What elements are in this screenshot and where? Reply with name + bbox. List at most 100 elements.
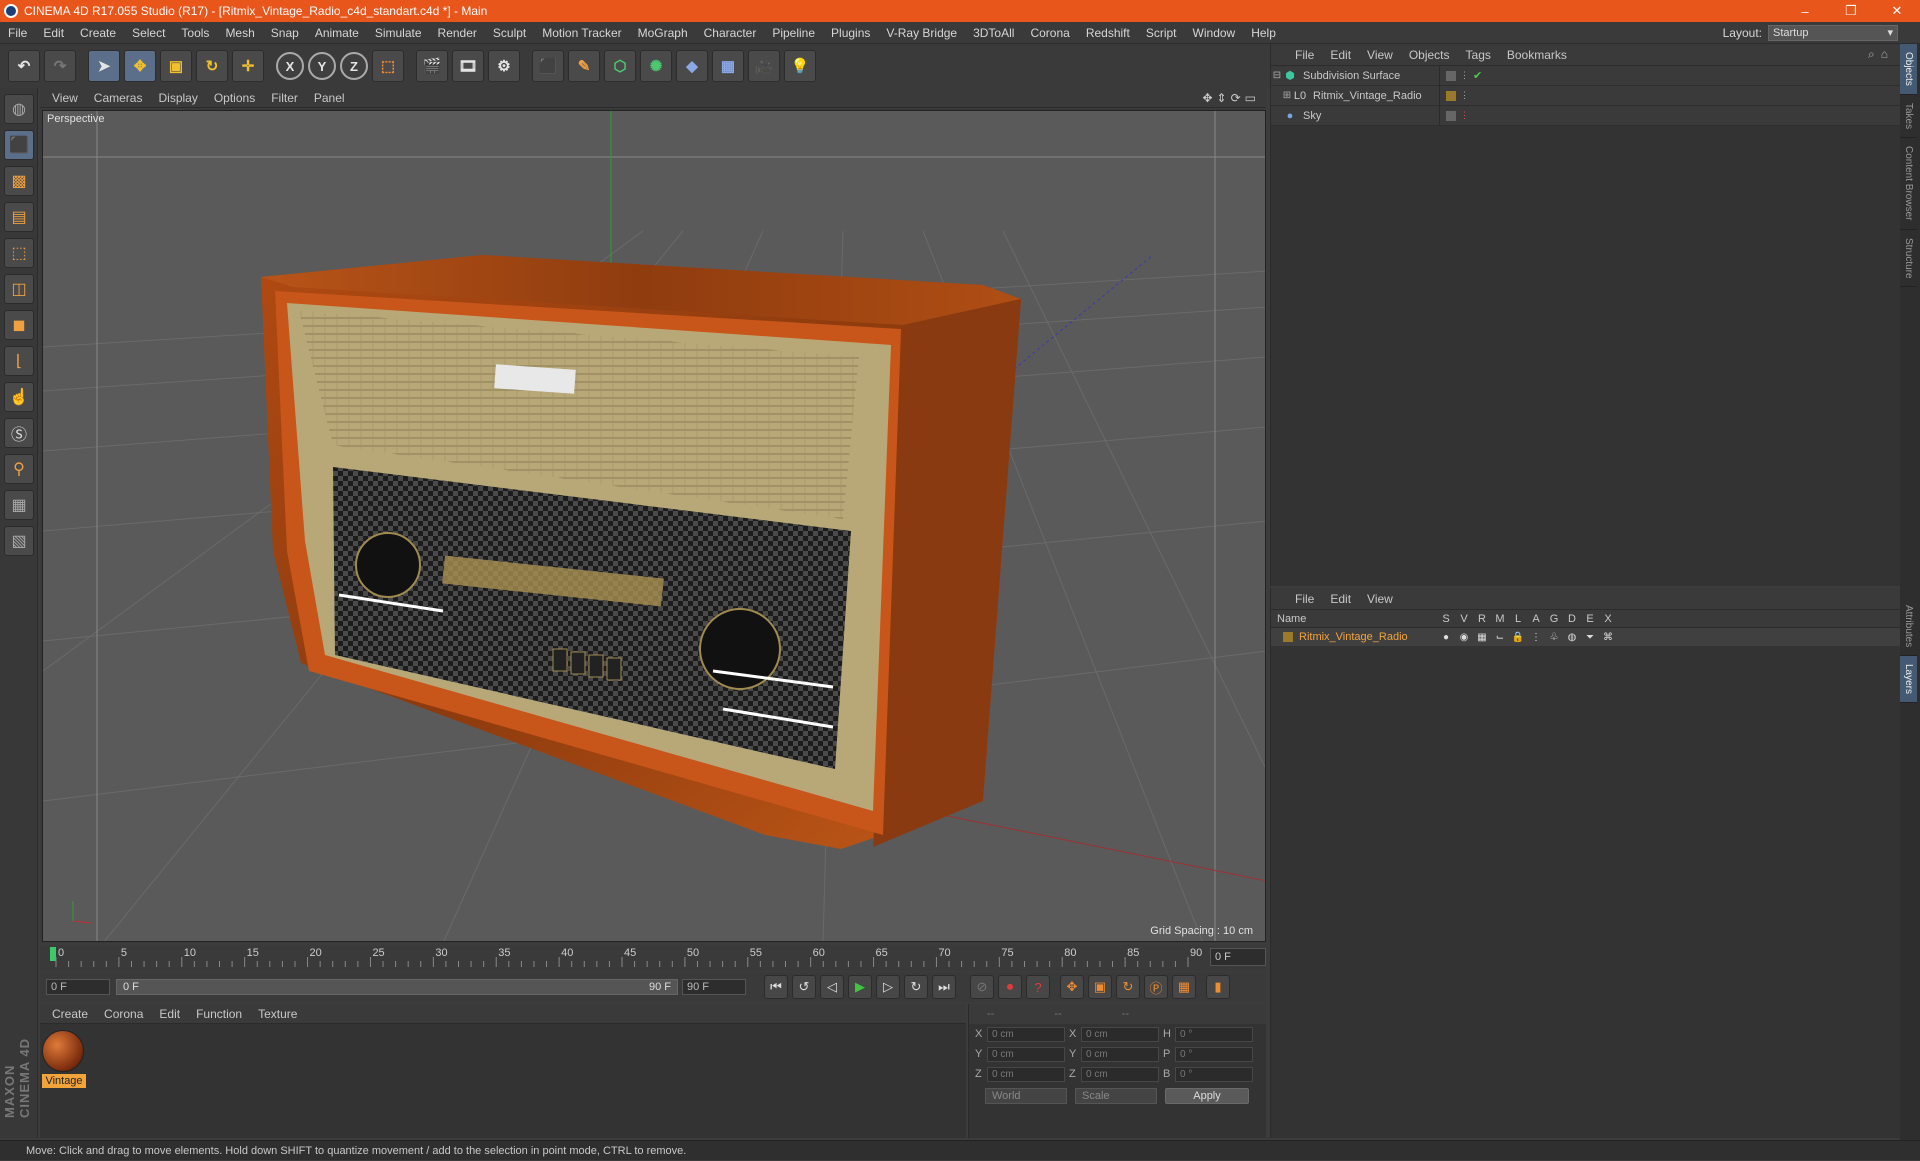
timeline-window-icon[interactable]: ▮ <box>1206 975 1230 999</box>
view-toggle-icon[interactable]: ◉ <box>1455 632 1473 643</box>
menu-mesh[interactable]: Mesh <box>217 26 262 40</box>
autokey-icon[interactable]: ? <box>1026 975 1050 999</box>
rotation-p-field[interactable]: 0 ° <box>1175 1046 1253 1062</box>
record-active-icon[interactable]: ⏺ <box>998 975 1022 999</box>
menu-edit[interactable]: Edit <box>35 26 72 40</box>
menu-create[interactable]: Create <box>72 26 124 40</box>
layer-col-solo[interactable]: S <box>1437 613 1455 625</box>
camera-icon[interactable]: 🎥 <box>748 50 780 82</box>
key-scale-icon[interactable]: ▣ <box>1088 975 1112 999</box>
solo-toggle-icon[interactable]: ● <box>1437 632 1455 643</box>
array-icon[interactable]: ✺ <box>640 50 672 82</box>
coordinate-space-dropdown[interactable]: World <box>985 1088 1067 1104</box>
goto-end-icon[interactable]: ⏭ <box>932 975 956 999</box>
size-mode-dropdown[interactable]: Scale <box>1075 1088 1157 1104</box>
menu-pipeline[interactable]: Pipeline <box>764 26 823 40</box>
tab-structure[interactable]: Structure <box>1900 230 1917 288</box>
viewport-menu-panel[interactable]: Panel <box>306 91 353 105</box>
position-x-field[interactable]: 0 cm <box>987 1026 1065 1042</box>
object-row-subdivision-surface[interactable]: ⊟ ⬢ Subdivision Surface ⋮ ✔ <box>1271 65 1900 86</box>
tab-objects[interactable]: Objects <box>1900 44 1917 95</box>
timeline-ruler[interactable]: 0 5 10 15 20 25 30 35 40 45 50 55 60 65 70 75 80 85 90 <box>40 945 1266 971</box>
search-icon[interactable]: ⌕⌂ <box>1868 47 1900 62</box>
visibility-dots-icon[interactable]: ⋮ <box>1460 90 1469 101</box>
objects-menu-objects[interactable]: Objects <box>1401 48 1458 62</box>
move-icon[interactable]: ✥ <box>124 50 156 82</box>
key-pla-icon[interactable]: ▦ <box>1172 975 1196 999</box>
edges-mode-icon[interactable]: ◫ <box>4 274 34 304</box>
current-frame-field[interactable]: 0 F <box>1210 948 1266 966</box>
workplane-icon[interactable]: ▤ <box>4 202 34 232</box>
menu-script[interactable]: Script <box>1138 26 1185 40</box>
size-y-field[interactable]: 0 cm <box>1081 1046 1159 1062</box>
viewport-camera-label[interactable]: Perspective <box>47 113 104 125</box>
object-row-sky[interactable]: ● Sky ⋮ <box>1271 105 1900 126</box>
floor-icon[interactable]: ▦ <box>712 50 744 82</box>
next-frame-icon[interactable]: ▷ <box>876 975 900 999</box>
y-axis-lock-icon[interactable]: Y <box>308 52 336 80</box>
tab-content-browser[interactable]: Content Browser <box>1900 138 1917 230</box>
objects-menu-edit[interactable]: Edit <box>1322 48 1359 62</box>
material-swatch[interactable]: Vintage <box>42 1030 86 1088</box>
menu-animate[interactable]: Animate <box>307 26 367 40</box>
layer-color-tag-icon[interactable] <box>1446 90 1456 101</box>
menu-mograph[interactable]: MoGraph <box>630 26 696 40</box>
layer-col-deformers[interactable]: D <box>1563 613 1581 625</box>
menu-redshift[interactable]: Redshift <box>1078 26 1138 40</box>
nurbs-icon[interactable]: ⬡ <box>604 50 636 82</box>
rotation-b-field[interactable]: 0 ° <box>1175 1066 1253 1082</box>
material-menu-texture[interactable]: Texture <box>250 1007 305 1021</box>
menu-select[interactable]: Select <box>124 26 173 40</box>
rotation-h-field[interactable]: 0 ° <box>1175 1026 1253 1042</box>
menu-render[interactable]: Render <box>430 26 485 40</box>
layer-row[interactable]: Ritmix_Vintage_Radio ● ◉ ▦ ⌙ 🔒 ⋮ ♧ ◍ ⏷ ⌘ <box>1271 628 1900 646</box>
menu-file[interactable]: File <box>0 26 35 40</box>
material-menu-edit[interactable]: Edit <box>151 1007 188 1021</box>
viewport-menu-cameras[interactable]: Cameras <box>86 91 151 105</box>
layers-menu-edit[interactable]: Edit <box>1322 592 1359 606</box>
restore-button[interactable]: ❐ <box>1828 3 1874 19</box>
play-icon[interactable]: ▶ <box>848 975 872 999</box>
layer-color-swatch[interactable] <box>1283 632 1293 642</box>
lock-workplane-icon[interactable]: ▦ <box>4 490 34 520</box>
goto-start-icon[interactable]: ⏮ <box>764 975 788 999</box>
menu-window[interactable]: Window <box>1185 26 1244 40</box>
layer-col-expressions[interactable]: E <box>1581 613 1599 625</box>
record-disabled-icon[interactable]: ⊘ <box>970 975 994 999</box>
render-settings-icon[interactable]: ⚙ <box>488 50 520 82</box>
objects-menu-view[interactable]: View <box>1359 48 1401 62</box>
spline-pen-icon[interactable]: ✎ <box>568 50 600 82</box>
viewport-menu-view[interactable]: View <box>44 91 86 105</box>
preview-range-slider[interactable]: 0 F 90 F <box>116 979 678 995</box>
key-position-icon[interactable]: ✥ <box>1060 975 1084 999</box>
menu-motion-tracker[interactable]: Motion Tracker <box>534 26 629 40</box>
objects-menu-tags[interactable]: Tags <box>1458 48 1499 62</box>
tab-attributes[interactable]: Attributes <box>1900 597 1917 657</box>
expand-toggle-icon[interactable]: ⊞ <box>1281 90 1293 101</box>
texture-mode-icon[interactable]: ▩ <box>4 166 34 196</box>
objects-menu-bookmarks[interactable]: Bookmarks <box>1499 48 1575 62</box>
live-selection-icon[interactable]: ➤ <box>88 50 120 82</box>
viewport-menu-filter[interactable]: Filter <box>263 91 306 105</box>
menu-simulate[interactable]: Simulate <box>367 26 430 40</box>
object-row-ritmix-vintage-radio[interactable]: ⊞ L0 Ritmix_Vintage_Radio ⋮ <box>1271 85 1900 106</box>
expand-toggle-icon[interactable]: ⊟ <box>1271 70 1283 81</box>
material-menu-corona[interactable]: Corona <box>96 1007 151 1021</box>
key-rotation-icon[interactable]: ↻ <box>1116 975 1140 999</box>
size-z-field[interactable]: 0 cm <box>1081 1066 1159 1082</box>
x-axis-lock-icon[interactable]: X <box>276 52 304 80</box>
layer-col-locked[interactable]: L <box>1509 613 1527 625</box>
end-frame-field[interactable]: 90 F <box>682 979 746 995</box>
layer-col-animation[interactable]: A <box>1527 613 1545 625</box>
viewport-menu-options[interactable]: Options <box>206 91 263 105</box>
model-mode-icon[interactable]: ⬛ <box>4 130 34 160</box>
polygons-mode-icon[interactable]: ◼ <box>4 310 34 340</box>
magnet-icon[interactable]: ⚲ <box>4 454 34 484</box>
timeline-playhead[interactable] <box>50 947 56 961</box>
cube-primitive-icon[interactable]: ⬛ <box>532 50 564 82</box>
viewport-nav-icons[interactable]: ✥⇕⟳▭ <box>1202 91 1266 105</box>
points-mode-icon[interactable]: ⬚ <box>4 238 34 268</box>
3d-viewport[interactable]: Perspective Grid Spacing : 10 cm <box>42 110 1266 942</box>
visibility-dots-icon[interactable]: ⋮ <box>1460 110 1469 121</box>
menu-tools[interactable]: Tools <box>173 26 217 40</box>
